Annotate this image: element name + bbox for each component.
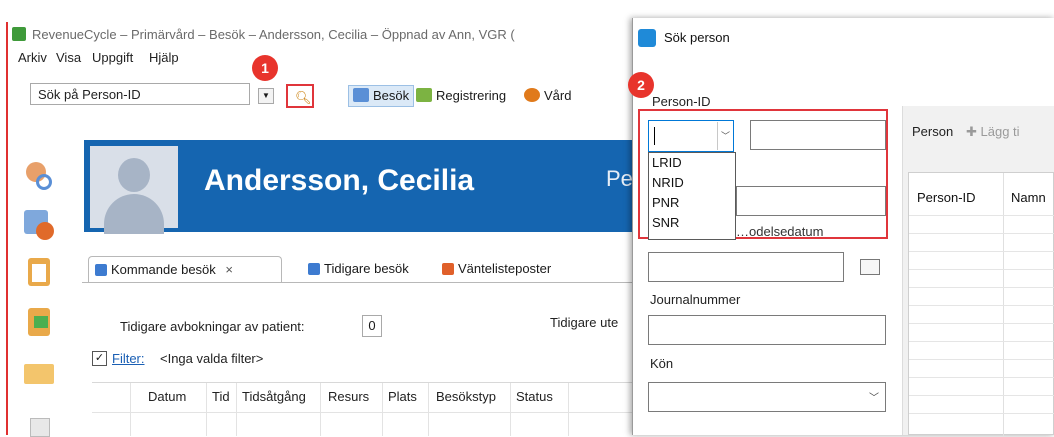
kon-select[interactable]: ﹀ [648,382,886,412]
calendar-clock-icon[interactable] [22,208,56,240]
col-tidsatgang[interactable]: Tidsåtgång [242,389,306,404]
clipboard-icon[interactable] [22,256,56,288]
tab-tidigare-besok[interactable]: Tidigare besök [302,256,415,282]
col-datum[interactable]: Datum [148,389,186,404]
tab-strip: Kommande besök × Tidigare besök Väntelis… [82,256,634,283]
journal-label: Journalnummer [650,292,741,307]
menu-hjalp[interactable]: Hjälp [149,50,179,65]
chevron-down-icon: ﹀ [869,393,879,404]
tab-kommande-besok[interactable]: Kommande besök × [88,256,282,282]
main-titlebar: RevenueCycle – Primärvård – Besök – Ande… [8,22,634,48]
filter-link[interactable]: Filter: [112,351,145,366]
filter-value: <Inga valda filter> [160,351,264,366]
tab-icon [442,263,454,275]
result-grid: Person-ID Namn [908,172,1054,436]
search-icon: 🔍︎ [295,90,312,105]
menu-visa[interactable]: Visa [56,50,81,65]
option-lrid[interactable]: LRID [649,153,735,173]
calendar-icon[interactable] [860,259,880,275]
name-input[interactable] [736,186,886,216]
add-person-button[interactable]: ✚ Lägg ti [966,124,1020,140]
patient-name: Andersson, Cecilia [204,164,475,197]
tab-icon [95,264,107,276]
clock-icon [524,88,540,102]
chevron-down-icon[interactable]: ﹀ [717,122,733,150]
chevron-down-icon[interactable]: ▼ [258,88,274,104]
vard-button[interactable]: Vård [524,85,571,107]
registrering-button[interactable]: Registrering [416,85,506,107]
id-type-combo[interactable]: ﹀ [648,120,734,152]
tab-icon [308,263,320,275]
menu-bar: Arkiv Visa Uppgift Hjälp [8,48,628,68]
col-person-id[interactable]: Person-ID [917,190,976,205]
col-besokstyp[interactable]: Besökstyp [436,389,496,404]
birthdate-label: …odelsedatum [736,224,824,239]
cancellations-label: Tidigare avbokningar av patient: [120,319,305,334]
besok-button[interactable]: Besök [348,85,415,107]
option-snr[interactable]: SNR [649,213,735,233]
tab-vantelisteposter[interactable]: Väntelisteposter [436,256,557,282]
person-toolbar-label: Person [912,124,954,139]
calendar-icon [353,88,369,102]
cancellations-count: 0 [362,315,382,337]
menu-arkiv[interactable]: Arkiv [18,50,47,65]
annotation-badge-1: 1 [252,55,278,81]
id-type-dropdown: LRID NRID PNR SNR [648,152,736,240]
app-icon [12,27,26,41]
close-icon[interactable]: × [225,262,233,277]
person-id-input[interactable] [750,120,886,150]
menu-uppgift[interactable]: Uppgift [92,50,133,65]
window-edge-marker [6,22,8,435]
option-pnr[interactable]: PNR [649,193,735,213]
col-plats[interactable]: Plats [388,389,417,404]
visits-grid-body [92,412,634,436]
col-tid[interactable]: Tid [212,389,230,404]
journal-input[interactable] [648,315,886,345]
person-search-icon[interactable] [22,160,56,192]
annotation-badge-2: 2 [628,72,654,98]
tidigare-ute-label: Tidigare ute [550,315,619,330]
col-namn[interactable]: Namn [1011,190,1046,205]
search-button[interactable]: 🔍︎ [286,84,314,108]
banner-suffix: Pe [606,166,633,191]
avatar [90,146,178,234]
document-icon[interactable] [22,410,56,437]
dialog-title: Sök person [664,30,730,45]
person-id-search-input[interactable]: Sök på Person-ID [30,83,250,105]
birthdate-input[interactable] [648,252,844,282]
option-nrid[interactable]: NRID [649,173,735,193]
filter-checkbox[interactable]: ✓ [92,351,107,366]
window-title: RevenueCycle – Primärvård – Besök – Ande… [32,27,515,42]
dialog-search-icon [638,29,656,47]
col-status[interactable]: Status [516,389,553,404]
clipboard-export-icon[interactable] [22,306,56,338]
person-id-label: Person-ID [652,94,711,109]
visits-grid-header: Datum Tid Tidsåtgång Resurs Plats Besöks… [92,382,634,436]
pencil-icon [416,88,432,102]
mail-icon[interactable] [22,356,56,388]
plus-icon: ✚ [966,124,981,139]
kon-label: Kön [650,356,674,371]
col-resurs[interactable]: Resurs [328,389,369,404]
